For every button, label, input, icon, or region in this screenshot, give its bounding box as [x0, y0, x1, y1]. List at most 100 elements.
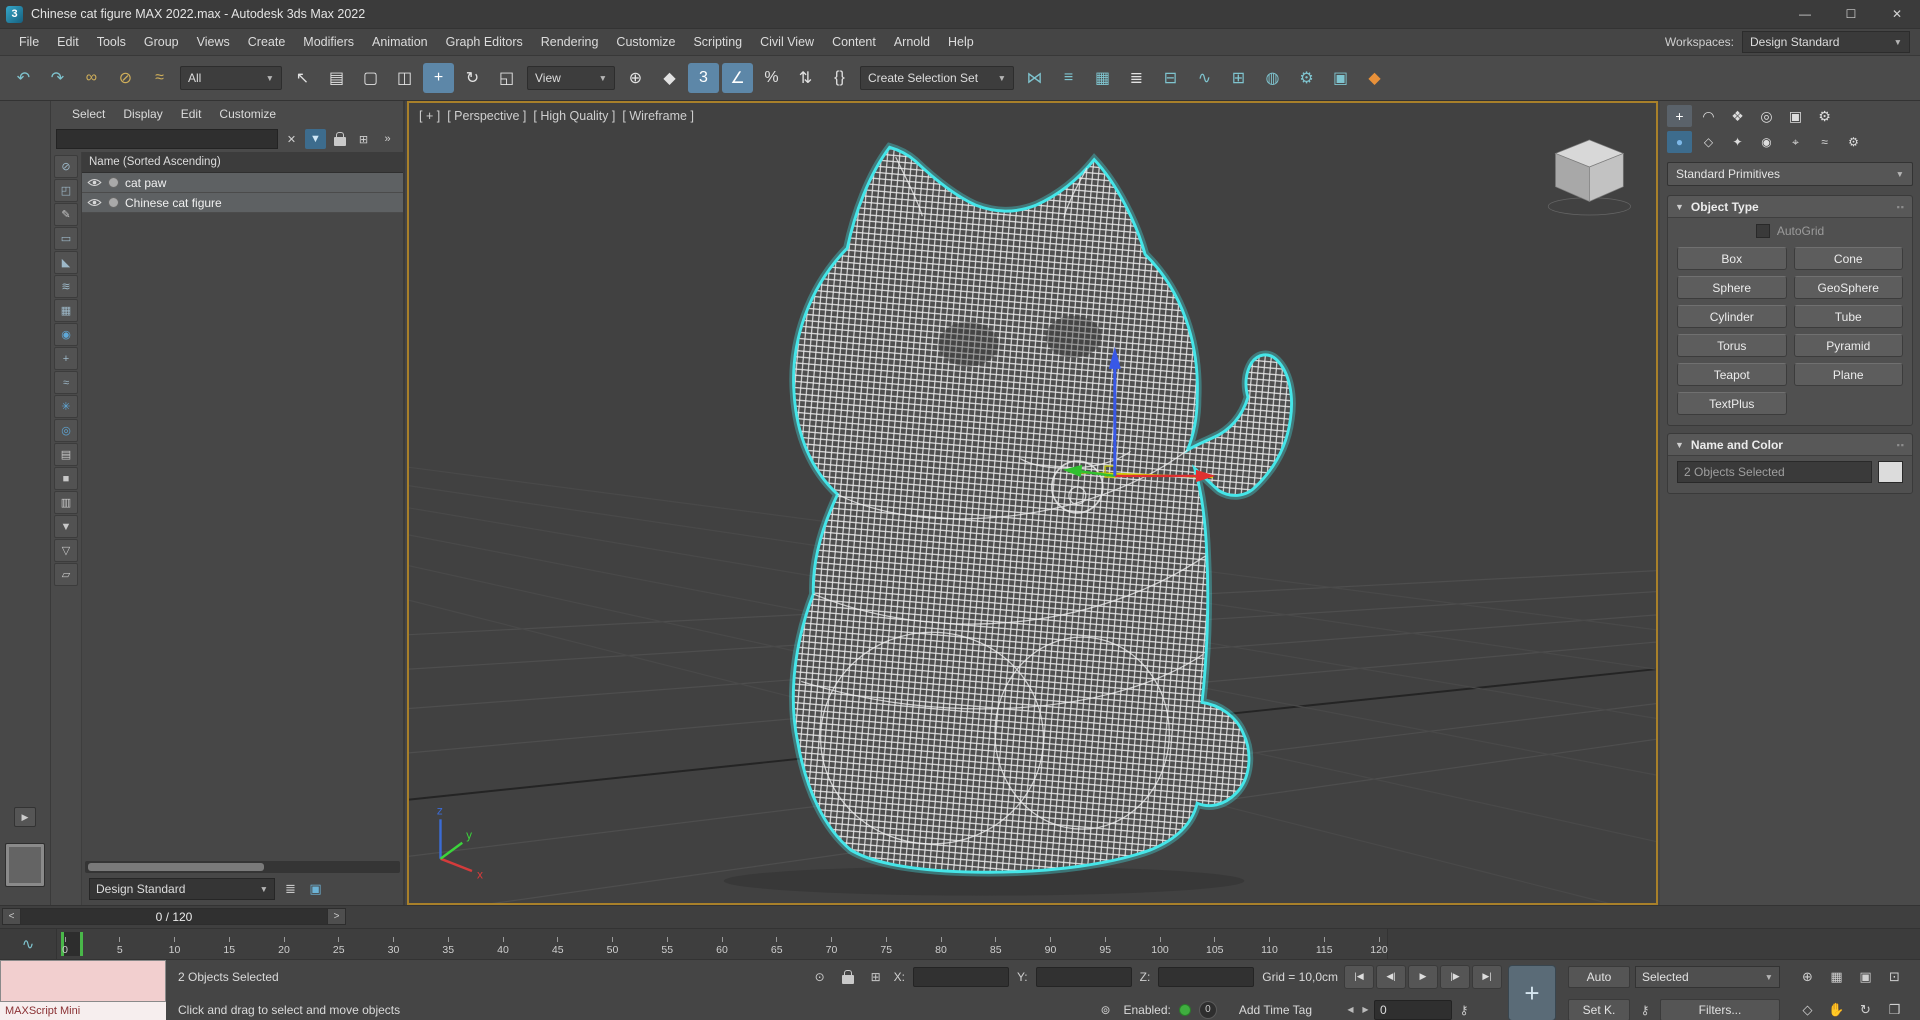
add-time-tag[interactable]: Add Time Tag	[1239, 1003, 1312, 1017]
display-hidden-icon[interactable]: ■	[54, 467, 78, 490]
redo-icon[interactable]: ↷	[42, 63, 73, 93]
layer-explorer-icon[interactable]: ≣	[280, 879, 301, 899]
edit-named-selection-sets-icon[interactable]: {}	[824, 63, 855, 93]
perspective-viewport[interactable]: [ + ] [ Perspective ] [ High Quality ] [ Wi…	[407, 101, 1658, 905]
display-geometry-icon[interactable]: ▭	[54, 227, 78, 250]
mirror-icon[interactable]: ⋈	[1019, 63, 1050, 93]
teapot-button[interactable]: Teapot	[1677, 363, 1787, 386]
menubar-item[interactable]: Tools	[88, 29, 135, 55]
schematic-view-icon[interactable]: ⊞	[1223, 63, 1254, 93]
space-warps-category-icon[interactable]: ≈	[1812, 131, 1837, 153]
tube-button[interactable]: Tube	[1793, 305, 1903, 328]
selection-lock-icon[interactable]	[838, 967, 858, 987]
play-button[interactable]: ▶	[1408, 964, 1438, 989]
x-coordinate-field[interactable]	[912, 966, 1009, 987]
auto-key-button[interactable]: Auto	[1568, 965, 1630, 988]
enabled-value-badge[interactable]: 0	[1198, 1000, 1217, 1019]
zoom-all-icon[interactable]: ▦	[1823, 966, 1850, 988]
cameras-category-icon[interactable]: ◉	[1754, 131, 1779, 153]
key-icon[interactable]: ⚷	[1454, 1000, 1474, 1020]
maxscript-input[interactable]	[0, 960, 166, 1002]
selection-filter-dropdown[interactable]: All ▼	[180, 66, 282, 90]
folder-display-icon[interactable]: ▱	[54, 563, 78, 586]
torus-button[interactable]: Torus	[1677, 334, 1787, 357]
time-forward-button[interactable]: >	[327, 908, 346, 925]
display-children-icon[interactable]: ◰	[54, 179, 78, 202]
display-particles-icon[interactable]: ✳	[54, 395, 78, 418]
viewport-shading-menu[interactable]: [ Wireframe ]	[622, 109, 694, 123]
menubar-item[interactable]: Rendering	[532, 29, 608, 55]
flyout-arrow-button[interactable]: ▶	[14, 807, 36, 827]
scene-object-row[interactable]: cat paw	[82, 173, 403, 193]
render-setup-icon[interactable]: ⚙	[1291, 63, 1322, 93]
go-to-end-button[interactable]: ▶|	[1472, 964, 1502, 989]
display-frozen-icon[interactable]: ▤	[54, 443, 78, 466]
plane-button[interactable]: Plane	[1793, 363, 1903, 386]
set-keys-button[interactable]: +	[1508, 965, 1556, 1020]
next-frame-button[interactable]: |▶	[1440, 964, 1470, 989]
shapes-category-icon[interactable]: ◇	[1696, 131, 1721, 153]
display-notes-icon[interactable]: ▥	[54, 491, 78, 514]
textplus-button[interactable]: TextPlus	[1677, 392, 1787, 415]
menubar-item[interactable]: Content	[823, 29, 885, 55]
go-to-start-button[interactable]: |◀	[1344, 964, 1374, 989]
explorer-menu-item[interactable]: Customize	[210, 107, 285, 121]
workspaces-dropdown[interactable]: Design Standard ▼	[1742, 31, 1910, 53]
set-key-button[interactable]: Set K.	[1568, 998, 1630, 1020]
key-filters-icon[interactable]: ⚷	[1635, 1000, 1655, 1020]
name-column-header[interactable]: Name (Sorted Ascending)	[82, 152, 403, 173]
systems-category-icon[interactable]: ⚙	[1841, 131, 1866, 153]
explorer-menu-item[interactable]: Display	[114, 107, 171, 121]
next-key-button[interactable]: ▶	[1359, 1001, 1372, 1019]
scene-explorer-display-icon[interactable]: ▣	[305, 879, 326, 899]
autogrid-checkbox[interactable]	[1755, 224, 1770, 238]
sphere-button[interactable]: Sphere	[1677, 276, 1787, 299]
zoom-extents-icon[interactable]: ▣	[1852, 966, 1879, 988]
reference-coordinate-dropdown[interactable]: View ▼	[527, 66, 615, 90]
menubar-item[interactable]: Modifiers	[294, 29, 363, 55]
horizontal-scrollbar[interactable]	[85, 861, 400, 873]
bind-to-space-warp-icon[interactable]: ≈	[144, 63, 175, 93]
menubar-item[interactable]: Edit	[48, 29, 88, 55]
undo-icon[interactable]: ↶	[8, 63, 39, 93]
motion-tab-icon[interactable]: ◎	[1754, 105, 1779, 127]
select-and-link-icon[interactable]: ∞	[76, 63, 107, 93]
menubar-item[interactable]: File	[10, 29, 48, 55]
menubar-item[interactable]: Arnold	[885, 29, 939, 55]
align-icon[interactable]: ≡	[1053, 63, 1084, 93]
object-name-field[interactable]	[1677, 461, 1872, 483]
maximize-button[interactable]: ☐	[1828, 0, 1874, 28]
toggle-ribbon-icon[interactable]: ⊟	[1155, 63, 1186, 93]
close-button[interactable]: ✕	[1874, 0, 1920, 28]
z-coordinate-field[interactable]	[1158, 966, 1255, 987]
viewport-canvas[interactable]: z x y	[409, 103, 1656, 903]
material-editor-icon[interactable]: ◍	[1257, 63, 1288, 93]
filter-funnel-icon[interactable]: ▼	[305, 129, 326, 149]
time-back-button[interactable]: <	[2, 908, 21, 925]
rendered-frame-window-icon[interactable]: ▣	[1325, 63, 1356, 93]
select-object-icon[interactable]: ↖	[287, 63, 318, 93]
menubar-item[interactable]: Help	[939, 29, 983, 55]
clear-search-icon[interactable]: ✕	[281, 129, 302, 149]
select-by-name-icon[interactable]: ▤	[321, 63, 352, 93]
object-color-swatch[interactable]	[1878, 461, 1903, 483]
box-button[interactable]: Box	[1677, 247, 1787, 270]
workspace-selector-dropdown[interactable]: Design Standard ▼	[89, 878, 275, 900]
object-type-rollout-header[interactable]: ▼ Object Type ▪▪	[1668, 196, 1912, 218]
explorer-menu-item[interactable]: Select	[63, 107, 114, 121]
viewport-general-menu[interactable]: [ + ]	[419, 109, 440, 123]
modify-tab-icon[interactable]: ◠	[1696, 105, 1721, 127]
time-slider-track[interactable]: < 0 / 120 >	[0, 905, 1920, 928]
primitive-category-dropdown[interactable]: Standard Primitives ▼	[1667, 162, 1913, 186]
hierarchy-tab-icon[interactable]: ❖	[1725, 105, 1750, 127]
select-and-scale-icon[interactable]: ◱	[491, 63, 522, 93]
display-lights-icon[interactable]: ≋	[54, 275, 78, 298]
display-cameras-icon[interactable]: ▦	[54, 299, 78, 322]
unlink-selection-icon[interactable]: ⊘	[110, 63, 141, 93]
cylinder-button[interactable]: Cylinder	[1677, 305, 1787, 328]
minimize-button[interactable]: —	[1782, 0, 1828, 28]
display-none-icon[interactable]: ⊘	[54, 155, 78, 178]
snap-toggle-3d-icon[interactable]: 3	[688, 63, 719, 93]
menubar-item[interactable]: Scripting	[684, 29, 751, 55]
named-selection-set-dropdown[interactable]: Create Selection Set ▼	[860, 66, 1014, 90]
